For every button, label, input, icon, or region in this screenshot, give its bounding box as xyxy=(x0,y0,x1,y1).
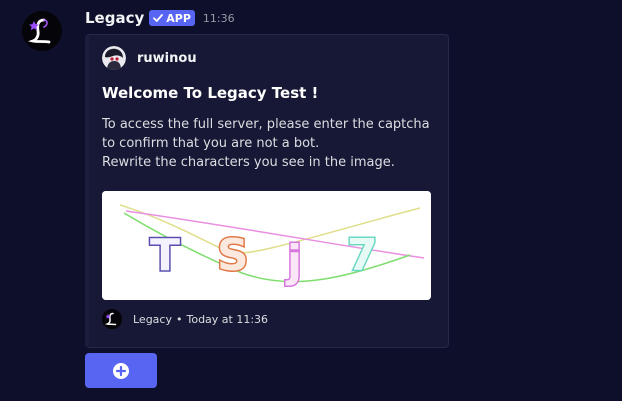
embed-author-name[interactable]: ruwinou xyxy=(137,51,197,66)
legacy-logo-icon xyxy=(102,309,122,329)
embed-title: Welcome To Legacy Test ! xyxy=(102,84,319,102)
captcha-char: S xyxy=(217,230,249,281)
plus-circle-icon xyxy=(113,362,129,379)
verified-check-icon xyxy=(153,14,164,22)
captcha-embed: ruwinou Welcome To Legacy Test ! To acce… xyxy=(85,34,449,348)
description-line: To access the full server, please enter … xyxy=(102,117,430,132)
legacy-logo-icon xyxy=(22,11,62,51)
captcha-char: j xyxy=(285,236,302,287)
footer-separator: • xyxy=(175,312,183,326)
captcha-image[interactable]: T S j 7 xyxy=(102,191,431,300)
embed-footer: Legacy • Today at 11:36 xyxy=(102,309,268,329)
bot-avatar[interactable] xyxy=(22,11,62,51)
bot-username[interactable]: Legacy xyxy=(85,9,144,27)
author-avatar-image xyxy=(102,46,126,70)
app-badge-label: APP xyxy=(166,11,191,25)
message-timestamp: 11:36 xyxy=(202,11,235,25)
app-badge: APP xyxy=(149,10,195,26)
footer-text: Legacy • Today at 11:36 xyxy=(133,313,268,326)
captcha-char: T xyxy=(150,230,180,281)
message-header: Legacy APP 11:36 xyxy=(85,8,235,28)
footer-time: Today at 11:36 xyxy=(186,312,269,326)
footer-name: Legacy xyxy=(133,312,172,326)
description-line: to confirm that you are not a bot. xyxy=(102,136,320,151)
description-line: Rewrite the characters you see in the im… xyxy=(102,155,395,170)
bot-message: Legacy APP 11:36 ruwinou Welcome To Lega… xyxy=(0,0,622,401)
captcha-graphic: T S j 7 xyxy=(102,191,431,300)
embed-author: ruwinou xyxy=(102,46,197,70)
footer-icon xyxy=(102,309,122,329)
captcha-char: 7 xyxy=(347,230,378,281)
author-avatar xyxy=(102,46,126,70)
embed-description: To access the full server, please enter … xyxy=(102,115,442,172)
captcha-answer-button[interactable] xyxy=(85,353,157,388)
